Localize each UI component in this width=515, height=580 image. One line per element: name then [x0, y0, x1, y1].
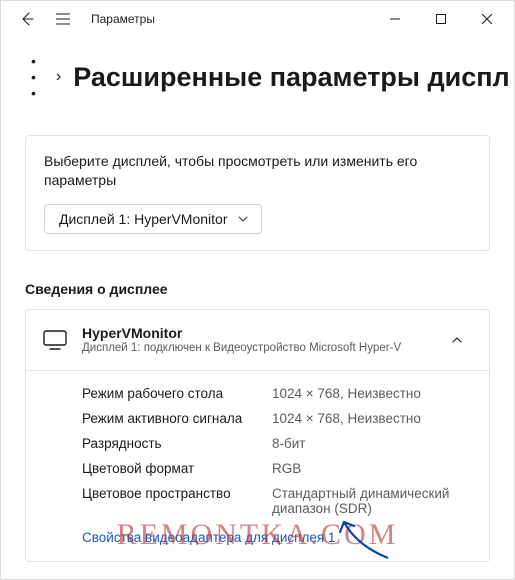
- panel-header[interactable]: HyperVMonitor Дисплей 1: подключен к Вид…: [26, 310, 489, 370]
- display-info-panel: HyperVMonitor Дисплей 1: подключен к Вид…: [25, 309, 490, 562]
- nav-menu-button[interactable]: [47, 3, 79, 35]
- window-controls: [372, 4, 510, 34]
- property-value: 1024 × 768, Неизвестно: [272, 386, 473, 401]
- property-key: Разрядность: [82, 436, 272, 451]
- panel-header-text: HyperVMonitor Дисплей 1: подключен к Вид…: [82, 325, 427, 354]
- property-row: Режим рабочего стола1024 × 768, Неизвест…: [82, 381, 473, 406]
- app-title: Параметры: [91, 12, 155, 26]
- titlebar-left: Параметры: [5, 3, 155, 35]
- close-icon: [482, 14, 492, 24]
- display-dropdown[interactable]: Дисплей 1: HyperVMonitor: [44, 204, 262, 234]
- content-area: • • • › Расширенные параметры диспл Выбе…: [1, 37, 514, 579]
- adapter-properties-link[interactable]: Свойства видеоадаптера для дисплея 1: [82, 530, 335, 545]
- properties-list: Режим рабочего стола1024 × 768, Неизвест…: [26, 371, 489, 527]
- property-value: Стандартный динамический диапазон (SDR): [272, 486, 473, 516]
- chevron-right-icon: ›: [56, 68, 61, 86]
- chevron-up-icon: [450, 333, 464, 347]
- display-select-card: Выберите дисплей, чтобы просмотреть или …: [25, 135, 490, 251]
- panel-subtitle: Дисплей 1: подключен к Видеоустройство M…: [82, 342, 427, 354]
- breadcrumb-ellipsis[interactable]: • • •: [25, 47, 44, 107]
- property-key: Режим активного сигнала: [82, 411, 272, 426]
- display-dropdown-label: Дисплей 1: HyperVMonitor: [59, 211, 227, 227]
- property-row: Режим активного сигнала1024 × 768, Неизв…: [82, 406, 473, 431]
- property-key: Цветовое пространство: [82, 486, 272, 516]
- property-row: Цветовое пространствоСтандартный динамич…: [82, 481, 473, 521]
- hamburger-icon: [55, 12, 71, 26]
- page-title: Расширенные параметры диспл: [73, 62, 509, 93]
- close-button[interactable]: [464, 4, 510, 34]
- property-key: Режим рабочего стола: [82, 386, 272, 401]
- chevron-down-icon: [237, 213, 249, 225]
- collapse-button[interactable]: [441, 324, 473, 356]
- display-info-heading: Сведения о дисплее: [25, 281, 490, 297]
- maximize-button[interactable]: [418, 4, 464, 34]
- property-value: 8-бит: [272, 436, 473, 451]
- property-value: 1024 × 768, Неизвестно: [272, 411, 473, 426]
- select-instruction: Выберите дисплей, чтобы просмотреть или …: [44, 152, 471, 190]
- monitor-icon: [42, 330, 68, 350]
- settings-window: Параметры • • • › Расширенные параметры …: [0, 0, 515, 580]
- property-value: RGB: [272, 461, 473, 476]
- minimize-button[interactable]: [372, 4, 418, 34]
- adapter-link-row: Свойства видеоадаптера для дисплея 1: [26, 527, 489, 561]
- arrow-left-icon: [19, 11, 35, 27]
- breadcrumb: • • • › Расширенные параметры диспл: [25, 47, 490, 107]
- minimize-icon: [390, 14, 400, 24]
- back-button[interactable]: [13, 5, 41, 33]
- titlebar: Параметры: [1, 1, 514, 37]
- panel-title: HyperVMonitor: [82, 325, 427, 341]
- property-row: Цветовой форматRGB: [82, 456, 473, 481]
- property-key: Цветовой формат: [82, 461, 272, 476]
- property-row: Разрядность8-бит: [82, 431, 473, 456]
- maximize-icon: [436, 14, 446, 24]
